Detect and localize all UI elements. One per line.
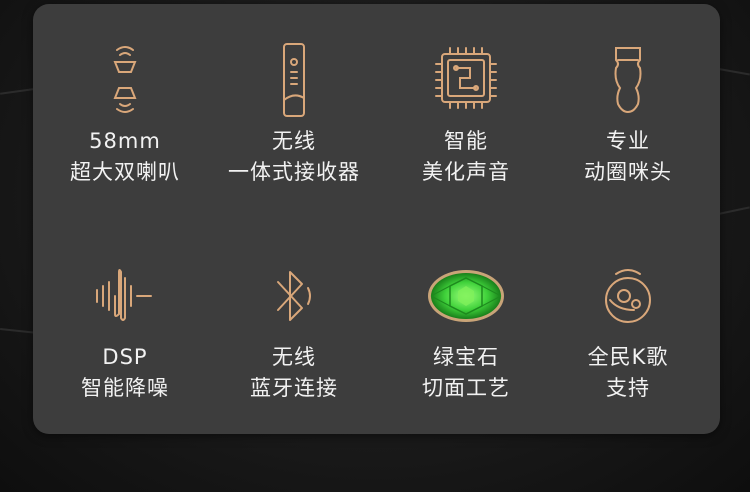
feature-subtitle: 一体式接收器 [228,160,360,184]
feature-karaoke: 全民K歌 支持 [543,256,713,404]
feature-speaker: 58mm 超大双喇叭 [40,40,210,188]
feature-subtitle: 动圈咪头 [584,160,672,184]
feature-receiver: 无线 一体式接收器 [209,40,379,188]
microphone-capsule-icon [614,47,642,114]
emerald-icon [428,270,504,322]
feature-title: 专业 [606,129,650,153]
speaker-icon [113,46,137,113]
bluetooth-icon [277,271,311,321]
feature-chip: 智能 美化声音 [381,40,551,188]
feature-subtitle: 蓝牙连接 [250,376,338,400]
feature-dsp: DSP 智能降噪 [40,256,210,404]
feature-title: 58mm [89,129,161,153]
feature-title: 无线 [272,129,316,153]
karaoke-icon [605,269,651,323]
feature-title: 全民K歌 [587,345,669,369]
feature-microphone: 专业 动圈咪头 [543,40,713,188]
feature-title: 智能 [444,129,488,153]
feature-title: DSP [102,345,148,369]
feature-subtitle: 智能降噪 [81,376,169,400]
chip-icon [435,47,497,109]
feature-subtitle: 美化声音 [422,160,510,184]
feature-bluetooth: 无线 蓝牙连接 [209,256,379,404]
feature-subtitle: 支持 [606,376,650,400]
feature-title: 无线 [272,345,316,369]
feature-subtitle: 切面工艺 [422,376,510,400]
background-line [715,206,750,216]
feature-grid: 58mm 超大双喇叭 无线 一体式接收器 智能 美化声音 专业 动圈咪头 DSP… [33,4,720,434]
receiver-icon [283,43,305,117]
features-panel: 58mm 超大双喇叭 无线 一体式接收器 智能 美化声音 专业 动圈咪头 DSP… [33,4,720,434]
feature-title: 绿宝石 [433,345,499,369]
feature-subtitle: 超大双喇叭 [70,160,180,184]
soundwave-icon [96,269,152,321]
feature-emerald: 绿宝石 切面工艺 [381,256,551,404]
